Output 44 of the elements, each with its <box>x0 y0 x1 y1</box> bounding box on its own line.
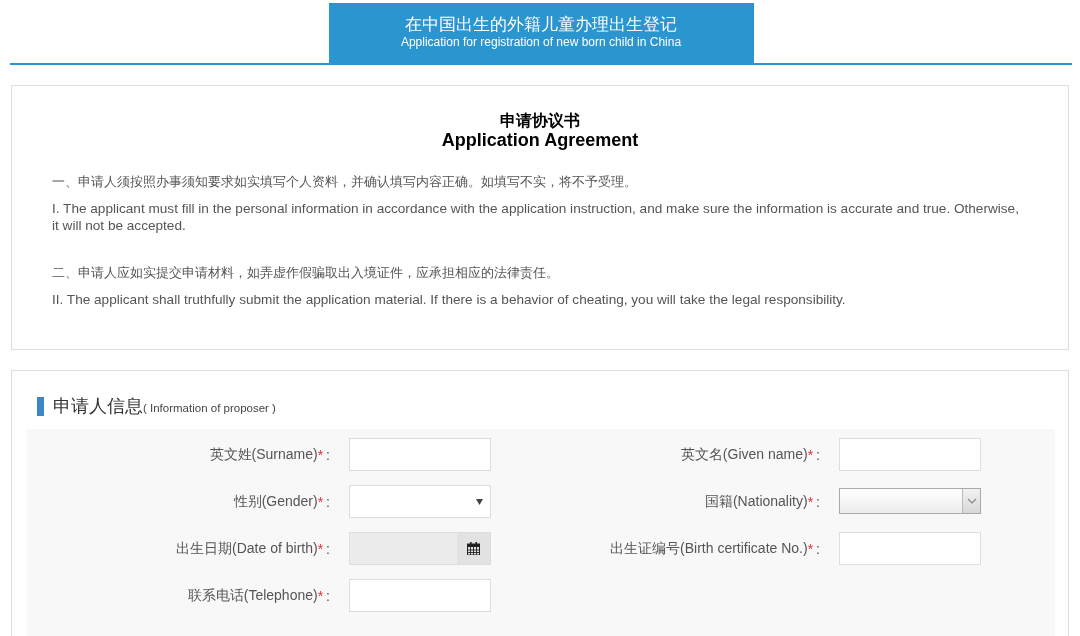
agreement-paragraph: 二、申请人应如实提交申请材料，如弄虚作假骗取出入境证件，应承担相应的法律责任。 <box>52 265 560 281</box>
nationality-select[interactable] <box>839 488 981 514</box>
required-mark: * <box>317 587 324 604</box>
required-mark: * <box>317 540 324 557</box>
section-note: ( Information of proposer ) <box>143 402 276 414</box>
field-label: 英文名(Given name) <box>680 445 808 464</box>
required-mark: * <box>317 493 324 510</box>
agreement-paragraph: I. The applicant must fill in the personal information in accordance with the application instruction, and make sure the information is accurate and true. Otherwise, it will not be accepted. <box>52 200 1020 234</box>
required-mark: * <box>317 446 324 463</box>
date-field[interactable] <box>349 532 491 565</box>
field-label: 英文姓(Surname) <box>209 445 318 464</box>
field-label: 出生证编号(Birth certificate No.) <box>610 539 808 558</box>
label-colon: : <box>326 540 330 557</box>
agreement-paragraph: II. The applicant shall truthfully submit the application material. If there is a behavior of cheating, you will take the legal responsibility. <box>52 291 847 308</box>
page-subtitle: Application for registration of new born child in China <box>399 35 683 50</box>
field-label: 性别(Gender) <box>233 492 318 511</box>
dropdown-button[interactable] <box>962 489 980 513</box>
page-title: 在中国出生的外籍儿童办理出生登记 <box>404 14 678 34</box>
text-field[interactable] <box>349 579 491 612</box>
required-mark: * <box>807 446 814 463</box>
caret-icon <box>476 499 483 505</box>
label-colon: : <box>326 493 330 510</box>
section-marker <box>37 396 44 416</box>
label-colon: : <box>326 587 330 604</box>
agreement-title: Application Agreement <box>440 130 640 150</box>
calendar-icon <box>467 542 480 555</box>
label-colon: : <box>816 540 820 557</box>
required-mark: * <box>807 493 814 510</box>
text-field[interactable] <box>349 438 491 471</box>
agreement-paragraph: 一、申请人须按照办事须知要求如实填写个人资料，并确认填写内容正确。如填写不实，将不予受理。 <box>52 174 638 190</box>
gender-dropdown[interactable] <box>349 485 491 518</box>
field-label: 联系电话(Telephone) <box>187 586 318 605</box>
chevron-icon <box>966 498 977 504</box>
field-label: 出生日期(Date of birth) <box>176 539 318 558</box>
section-title: 申请人信息 <box>53 394 143 418</box>
required-mark: * <box>807 540 814 557</box>
label-colon: : <box>816 493 820 510</box>
label-colon: : <box>326 446 330 463</box>
label-colon: : <box>816 446 820 463</box>
text-field[interactable] <box>839 438 981 471</box>
field-label: 国籍(Nationality) <box>704 492 808 511</box>
text-field[interactable] <box>839 532 981 565</box>
agreement-title: 申请协议书 <box>499 112 581 130</box>
calendar-button[interactable] <box>457 533 490 564</box>
